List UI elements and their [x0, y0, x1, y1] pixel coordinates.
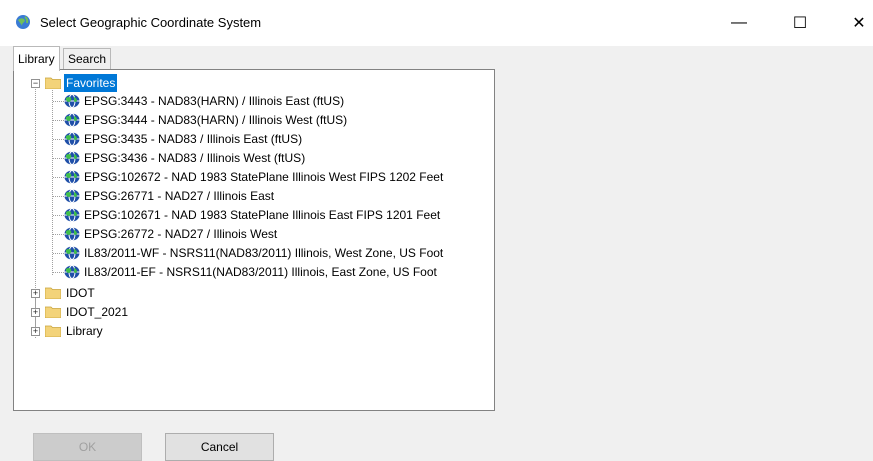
maximize-button[interactable]: ☐	[777, 0, 823, 46]
cancel-button[interactable]: Cancel	[165, 433, 274, 461]
globe-icon	[64, 227, 80, 241]
tree-item-label: IL83/2011-WF - NSRS11(NAD83/2011) Illino…	[84, 246, 444, 260]
tree-node-label: Library	[66, 324, 103, 338]
title-bar: Select Geographic Coordinate System — ☐ …	[0, 0, 873, 46]
tree-node-library[interactable]: + Library	[14, 322, 214, 340]
tree-item-label: EPSG:3435 - NAD83 / Illinois East (ftUS)	[84, 132, 303, 146]
folder-icon	[45, 77, 61, 89]
tree-item[interactable]: IL83/2011-WF - NSRS11(NAD83/2011) Illino…	[14, 244, 492, 262]
tree-item[interactable]: EPSG:3436 - NAD83 / Illinois West (ftUS)	[14, 149, 492, 167]
tree-item[interactable]: EPSG:26772 - NAD27 / Illinois West	[14, 225, 492, 243]
tree-node-idot-2021[interactable]: + IDOT_2021	[14, 303, 214, 321]
tab-search[interactable]: Search	[63, 48, 112, 70]
tree-item-label: EPSG:26772 - NAD27 / Illinois West	[84, 227, 278, 241]
tree-item-label: EPSG:102672 - NAD 1983 StatePlane Illino…	[84, 170, 444, 184]
tree-panel: − Favorites EPSG:3443 - NAD83(HARN) / Il…	[13, 69, 495, 411]
close-button[interactable]: ✕	[836, 0, 873, 46]
tree-item[interactable]: EPSG:3435 - NAD83 / Illinois East (ftUS)	[14, 130, 492, 148]
tree-item[interactable]: IL83/2011-EF - NSRS11(NAD83/2011) Illino…	[14, 263, 492, 281]
globe-icon	[64, 151, 80, 165]
tree-item[interactable]: EPSG:102671 - NAD 1983 StatePlane Illino…	[14, 206, 492, 224]
tree-item[interactable]: EPSG:26771 - NAD27 / Illinois East	[14, 187, 492, 205]
expand-toggle[interactable]: +	[31, 289, 40, 298]
tree-node-label: IDOT	[66, 286, 95, 300]
coordinate-system-tree[interactable]: − Favorites EPSG:3443 - NAD83(HARN) / Il…	[14, 70, 494, 410]
tree-item-label: EPSG:3436 - NAD83 / Illinois West (ftUS)	[84, 151, 306, 165]
globe-icon	[64, 265, 80, 279]
globe-icon	[64, 189, 80, 203]
globe-icon	[64, 132, 80, 146]
folder-icon	[45, 287, 61, 299]
tree-node-idot[interactable]: + IDOT	[14, 284, 214, 302]
tree-item[interactable]: EPSG:3444 - NAD83(HARN) / Illinois West …	[14, 111, 492, 129]
tab-library[interactable]: Library	[13, 46, 60, 71]
globe-icon	[64, 113, 80, 127]
window-title: Select Geographic Coordinate System	[40, 15, 262, 30]
tree-item-label: EPSG:102671 - NAD 1983 StatePlane Illino…	[84, 208, 441, 222]
tree-node-favorites[interactable]: − Favorites	[14, 74, 484, 92]
globe-icon	[64, 94, 80, 108]
ok-button[interactable]: OK	[33, 433, 142, 461]
collapse-toggle[interactable]: −	[31, 79, 40, 88]
tree-item[interactable]: EPSG:102672 - NAD 1983 StatePlane Illino…	[14, 168, 492, 186]
globe-icon	[64, 170, 80, 184]
minimize-button[interactable]: —	[716, 0, 762, 46]
globe-icon	[64, 208, 80, 222]
tree-item-label: EPSG:3443 - NAD83(HARN) / Illinois East …	[84, 94, 345, 108]
expand-toggle[interactable]: +	[31, 327, 40, 336]
expand-toggle[interactable]: +	[31, 308, 40, 317]
tree-item[interactable]: EPSG:3443 - NAD83(HARN) / Illinois East …	[14, 92, 492, 110]
folder-icon	[45, 325, 61, 337]
tree-item-label: EPSG:3444 - NAD83(HARN) / Illinois West …	[84, 113, 348, 127]
tree-node-label: IDOT_2021	[66, 305, 129, 319]
tree-item-label: IL83/2011-EF - NSRS11(NAD83/2011) Illino…	[84, 265, 437, 279]
tree-item-label: EPSG:26771 - NAD27 / Illinois East	[84, 189, 275, 203]
tree-node-label: Favorites	[64, 74, 118, 92]
folder-icon	[45, 306, 61, 318]
globe-icon	[64, 246, 80, 260]
globe-app-icon	[16, 15, 30, 29]
